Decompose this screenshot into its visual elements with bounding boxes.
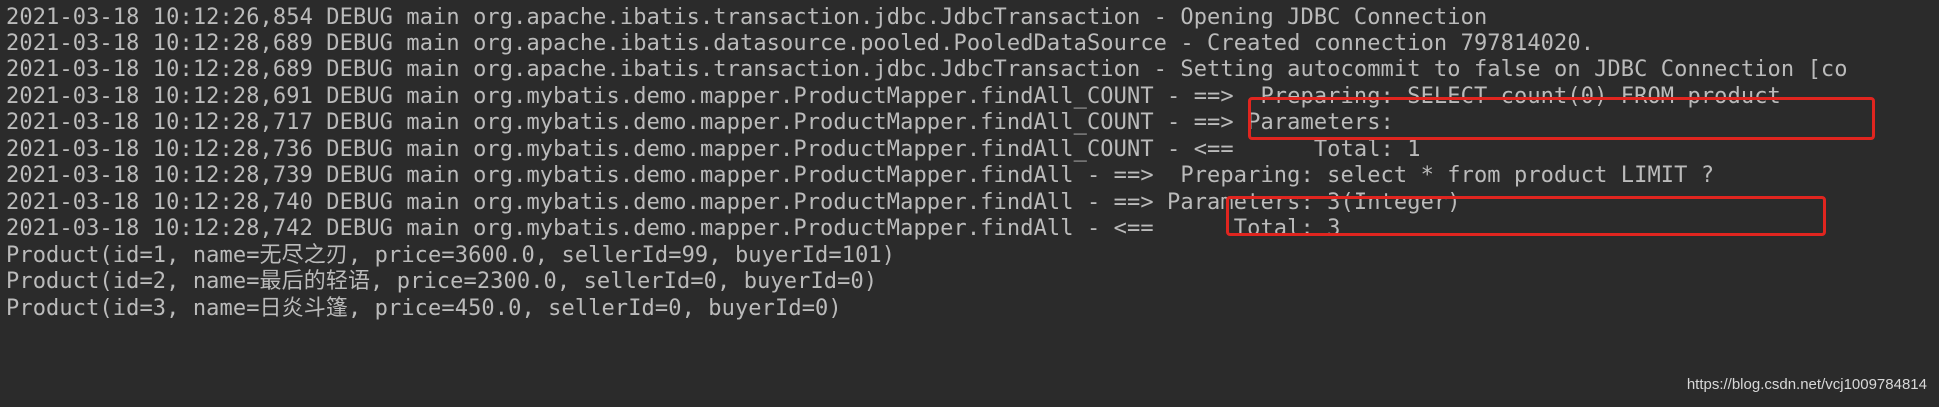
watermark: https://blog.csdn.net/vcj1009784814 bbox=[1686, 376, 1927, 393]
console-output: 2021-03-18 10:12:26,854 DEBUG main org.a… bbox=[0, 0, 1939, 407]
output-line-2: Product(id=2, name=最后的轻语, price=2300.0, … bbox=[6, 269, 878, 294]
log-line-9: 2021-03-18 10:12:28,742 DEBUG main org.m… bbox=[6, 216, 1341, 241]
output-line-3: Product(id=3, name=日炎斗篷, price=450.0, se… bbox=[6, 296, 842, 321]
log-line-7: 2021-03-18 10:12:28,739 DEBUG main org.m… bbox=[6, 163, 1728, 188]
log-line-5: 2021-03-18 10:12:28,717 DEBUG main org.m… bbox=[6, 110, 1408, 135]
log-line-3: 2021-03-18 10:12:28,689 DEBUG main org.a… bbox=[6, 57, 1848, 82]
